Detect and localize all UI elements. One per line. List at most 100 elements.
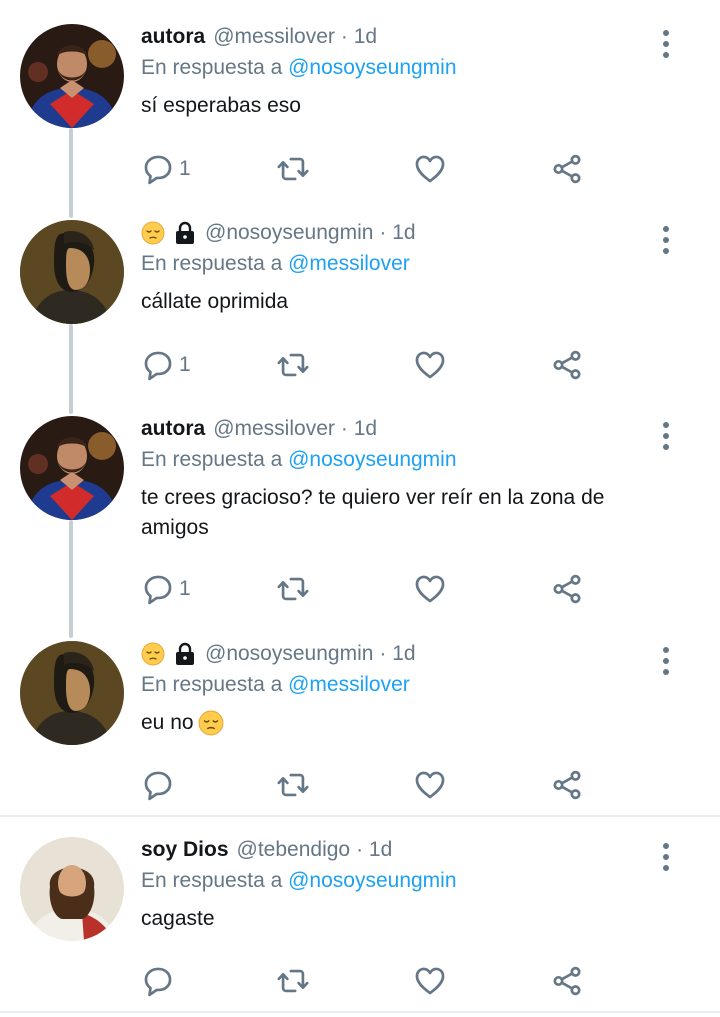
reply-mention-link[interactable]: @nosoyseungmin xyxy=(288,56,456,79)
handle[interactable]: @nosoyseungmin xyxy=(205,220,373,246)
reply-button[interactable]: 1 xyxy=(141,151,191,187)
reply-icon xyxy=(141,152,175,186)
reply-count: 1 xyxy=(179,353,191,376)
more-options-icon[interactable] xyxy=(651,222,681,258)
timestamp: · 1d xyxy=(356,838,393,861)
retweet-button[interactable] xyxy=(276,571,310,607)
reply-mention-link[interactable]: @nosoyseungmin xyxy=(288,869,456,892)
tweet-header: autora @messilover · 1d xyxy=(141,416,660,442)
reply-icon xyxy=(141,348,175,382)
tweet[interactable]: @nosoyseungmin · 1d En respuesta a @mess… xyxy=(0,641,720,821)
reply-context: En respuesta a @messilover xyxy=(141,251,660,277)
tweet[interactable]: autora @messilover · 1d En respuesta a @… xyxy=(0,24,720,204)
reply-button[interactable]: 1 xyxy=(141,571,191,607)
more-options-icon[interactable] xyxy=(651,418,681,454)
avatar[interactable] xyxy=(20,641,124,745)
avatar[interactable] xyxy=(20,837,124,941)
share-button[interactable] xyxy=(550,151,584,187)
reply-mention-link[interactable]: @nosoyseungmin xyxy=(288,448,456,471)
lock-icon xyxy=(173,221,197,245)
retweet-icon xyxy=(276,964,310,998)
reply-button[interactable] xyxy=(141,963,179,999)
handle[interactable]: @messilover xyxy=(213,24,335,50)
reply-context: En respuesta a @nosoyseungmin xyxy=(141,447,660,473)
reply-context: En respuesta a @nosoyseungmin xyxy=(141,55,660,81)
reply-icon xyxy=(141,964,175,998)
tweet-text: cállate oprimida xyxy=(141,287,660,317)
share-button[interactable] xyxy=(550,347,584,383)
retweet-button[interactable] xyxy=(276,347,310,383)
tweet-actions xyxy=(141,767,601,807)
tweet-actions: 1 xyxy=(141,151,601,191)
reply-prefix: En respuesta a xyxy=(141,56,283,79)
avatar[interactable] xyxy=(20,220,124,324)
lock-icon xyxy=(173,642,197,666)
handle[interactable]: @nosoyseungmin xyxy=(205,641,373,667)
heart-icon xyxy=(413,964,447,998)
tweet-text: te crees gracioso? te quiero ver reír en… xyxy=(141,483,660,543)
retweet-button[interactable] xyxy=(276,767,310,803)
share-icon xyxy=(550,348,584,382)
reply-prefix: En respuesta a xyxy=(141,448,283,471)
retweet-icon xyxy=(276,348,310,382)
pensive-face-icon xyxy=(141,642,165,666)
timestamp: · 1d xyxy=(340,417,378,440)
tweet-header: soy Dios @tebendigo · 1d xyxy=(141,837,660,863)
reply-prefix: En respuesta a xyxy=(141,252,283,275)
timestamp: · 1d xyxy=(340,25,378,48)
tweet-text-content: sí esperabas eso xyxy=(141,94,301,117)
reply-mention-link[interactable]: @messilover xyxy=(288,252,410,275)
tweet-actions: 1 xyxy=(141,571,601,611)
reply-context: En respuesta a @nosoyseungmin xyxy=(141,868,660,894)
tweet[interactable]: autora @messilover · 1d En respuesta a @… xyxy=(0,416,720,605)
tweet-header: @nosoyseungmin · 1d xyxy=(141,641,660,667)
reply-context: En respuesta a @messilover xyxy=(141,672,660,698)
reply-button[interactable]: 1 xyxy=(141,347,191,383)
tweet[interactable]: @nosoyseungmin · 1d En respuesta a @mess… xyxy=(0,220,720,400)
share-icon xyxy=(550,768,584,802)
share-icon xyxy=(550,572,584,606)
timestamp: · 1d xyxy=(379,221,416,244)
handle[interactable]: @messilover xyxy=(213,416,335,442)
share-button[interactable] xyxy=(550,571,584,607)
retweet-icon xyxy=(276,768,310,802)
like-button[interactable] xyxy=(413,347,447,383)
reply-button[interactable] xyxy=(141,767,179,803)
reply-count: 1 xyxy=(179,157,191,180)
display-name[interactable]: autora xyxy=(141,416,205,442)
tweet-text-content: te crees gracioso? te quiero ver reír en… xyxy=(141,486,605,539)
tweet-divider xyxy=(0,1011,720,1013)
share-icon xyxy=(550,964,584,998)
like-button[interactable] xyxy=(413,571,447,607)
like-button[interactable] xyxy=(413,963,447,999)
tweet-text-content: cállate oprimida xyxy=(141,290,289,313)
tweet-divider xyxy=(0,815,720,817)
avatar[interactable] xyxy=(20,24,124,128)
heart-icon xyxy=(413,768,447,802)
tweet-actions: 1 xyxy=(141,347,601,387)
tweet-header: autora @messilover · 1d xyxy=(141,24,660,50)
share-button[interactable] xyxy=(550,767,584,803)
pensive-face-icon xyxy=(141,221,165,245)
like-button[interactable] xyxy=(413,767,447,803)
timestamp: · 1d xyxy=(379,642,416,665)
retweet-button[interactable] xyxy=(276,151,310,187)
handle[interactable]: @tebendigo xyxy=(237,837,351,863)
share-button[interactable] xyxy=(550,963,584,999)
display-name[interactable]: autora xyxy=(141,24,205,50)
like-button[interactable] xyxy=(413,151,447,187)
reply-prefix: En respuesta a xyxy=(141,673,283,696)
tweet[interactable]: soy Dios @tebendigo · 1d En respuesta a … xyxy=(0,837,720,1017)
avatar[interactable] xyxy=(20,416,124,520)
heart-icon xyxy=(413,572,447,606)
reply-mention-link[interactable]: @messilover xyxy=(288,673,410,696)
tweet-text-content: eu no xyxy=(141,711,194,734)
retweet-icon xyxy=(276,152,310,186)
retweet-button[interactable] xyxy=(276,963,310,999)
more-options-icon[interactable] xyxy=(651,26,681,62)
reply-prefix: En respuesta a xyxy=(141,869,283,892)
display-name[interactable]: soy Dios xyxy=(141,837,229,863)
heart-icon xyxy=(413,152,447,186)
more-options-icon[interactable] xyxy=(651,839,681,875)
more-options-icon[interactable] xyxy=(651,643,681,679)
